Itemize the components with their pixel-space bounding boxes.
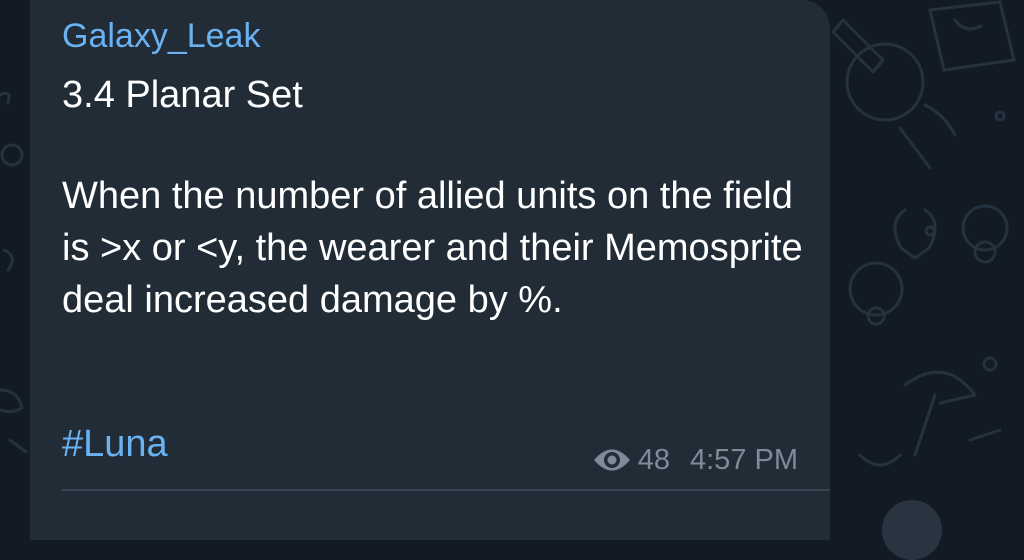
message-title: 3.4 Planar Set bbox=[62, 74, 303, 116]
scroll-button[interactable] bbox=[882, 500, 942, 560]
sender-name[interactable]: Galaxy_Leak bbox=[62, 16, 260, 56]
message-body: When the number of allied units on the f… bbox=[62, 175, 803, 321]
eye-icon bbox=[593, 449, 630, 471]
message-divider bbox=[62, 489, 830, 491]
hashtag-link[interactable]: #Luna bbox=[62, 422, 168, 466]
view-count: 48 bbox=[637, 444, 670, 476]
message-meta: 48 4:57 PM bbox=[592, 442, 798, 478]
message-time: 4:57 PM bbox=[690, 444, 798, 476]
